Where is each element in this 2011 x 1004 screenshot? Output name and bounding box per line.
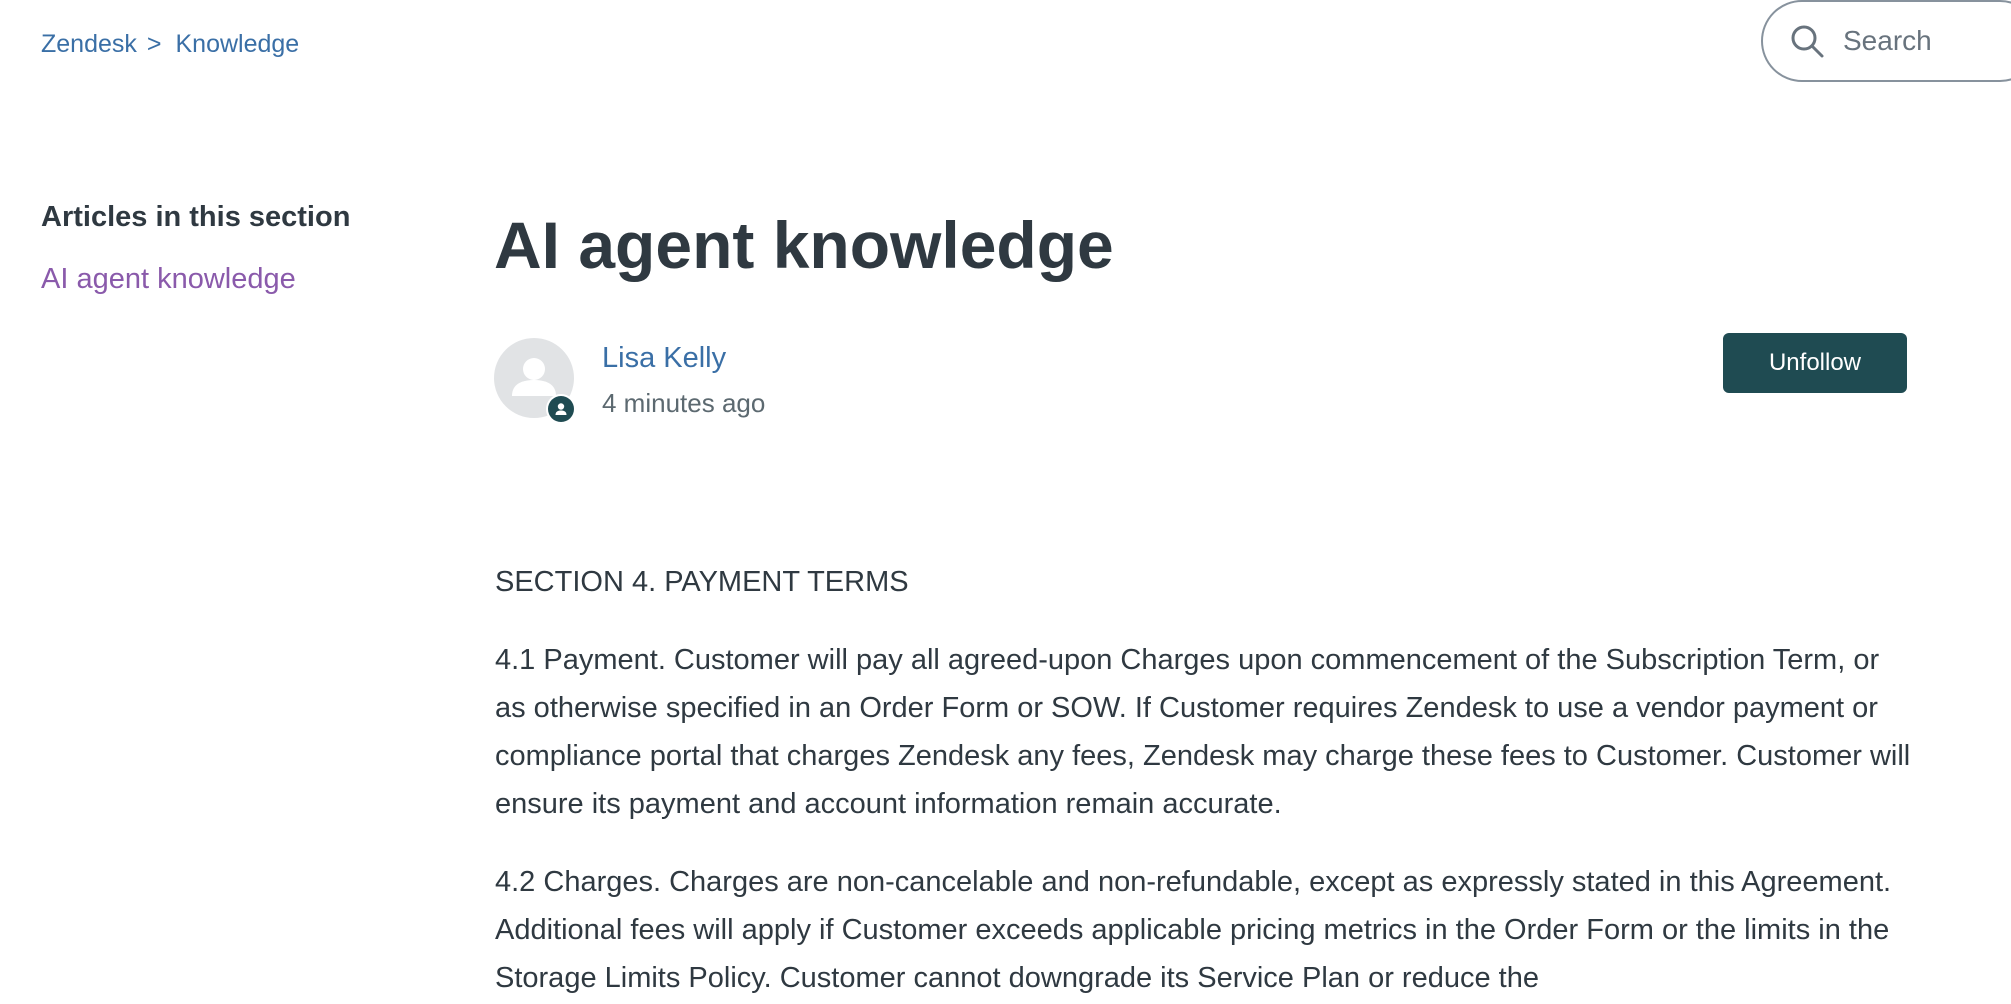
breadcrumb-item-zendesk[interactable]: Zendesk xyxy=(41,26,137,62)
search-icon xyxy=(1791,25,1824,58)
article-paragraph-charges: 4.2 Charges. Charges are non-cancelable … xyxy=(495,866,1892,994)
search-input[interactable] xyxy=(1843,25,2003,57)
article-paragraph-payment: 4.1 Payment. Customer will pay all agree… xyxy=(495,644,1911,820)
sidebar: Articles in this section AI agent knowle… xyxy=(41,196,421,300)
sidebar-heading: Articles in this section xyxy=(41,201,351,233)
author-name-link[interactable]: Lisa Kelly xyxy=(602,338,726,378)
search-field[interactable] xyxy=(1761,0,2011,82)
breadcrumb-separator: > xyxy=(146,30,162,58)
article-body: SECTION 4. PAYMENT TERMS 4.1 Payment. Cu… xyxy=(495,558,1915,1004)
agent-badge xyxy=(546,394,576,424)
sidebar-item-ai-agent-knowledge[interactable]: AI agent knowledge xyxy=(41,258,421,300)
breadcrumb: Zendesk > Knowledge xyxy=(41,26,299,62)
page-title: AI agent knowledge xyxy=(494,208,1114,282)
article-paragraph-section-heading: SECTION 4. PAYMENT TERMS xyxy=(495,566,909,598)
agent-badge-icon xyxy=(555,403,567,415)
breadcrumb-item-knowledge[interactable]: Knowledge xyxy=(176,26,300,62)
article-timestamp: 4 minutes ago xyxy=(602,388,766,418)
help-center-article-page: Zendesk > Knowledge Articles in this sec… xyxy=(0,0,2011,1004)
unfollow-button[interactable]: Unfollow xyxy=(1723,333,1907,393)
